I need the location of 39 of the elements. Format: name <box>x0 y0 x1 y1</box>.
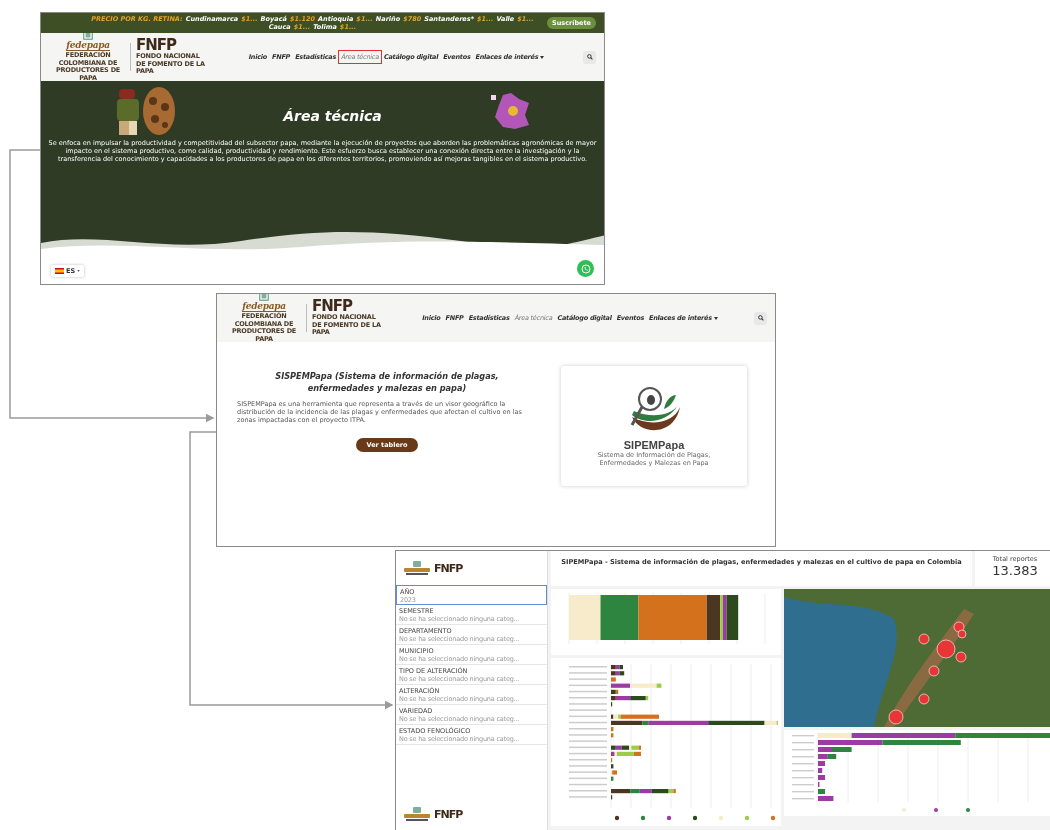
search-button[interactable] <box>583 50 596 64</box>
fedepapa-logo-drawing <box>404 561 430 575</box>
brand-logo-text: FNFP <box>312 299 353 315</box>
brand-logo-text: FNFP <box>136 38 177 54</box>
search-icon <box>757 315 764 321</box>
stacked-bar <box>818 796 834 801</box>
logo-name: SIPEMPapa <box>623 439 685 451</box>
caret-icon <box>713 316 718 320</box>
legend-dot <box>640 815 646 821</box>
legend-dot <box>902 808 906 812</box>
org-logo-text: fedepapa <box>242 301 286 312</box>
stacked-bar <box>818 754 837 759</box>
brand-logo-text: FNFP <box>434 561 463 575</box>
fedepapa-logo-drawing <box>404 807 430 821</box>
search-button[interactable] <box>754 311 767 325</box>
caret-icon <box>540 55 545 59</box>
hero-title: Área técnica <box>283 108 382 124</box>
search-icon <box>586 54 593 60</box>
stacked-bar <box>818 789 825 794</box>
legend-dot <box>666 815 672 821</box>
whatsapp-icon <box>580 263 591 274</box>
total-value: 13.383 <box>992 563 1038 578</box>
org-logo-text: fedepapa <box>66 40 110 51</box>
legend-dot <box>966 808 970 812</box>
spain-flag-icon <box>55 267 64 274</box>
legend-dot <box>770 815 776 821</box>
legend-dot <box>614 815 620 821</box>
legend-dot <box>934 808 938 812</box>
caret-icon <box>77 269 81 272</box>
legend-dot <box>744 815 750 821</box>
stacked-bar <box>818 761 825 766</box>
brand-logo-text: FNFP <box>434 807 463 821</box>
stacked-bar <box>818 747 852 752</box>
section-heading: SISPEMPapa (Sistema de información de plagas, enfermedades y malezas en papa) <box>274 370 500 394</box>
blurred-axis-labels <box>792 735 814 800</box>
legend-dot <box>692 815 698 821</box>
stacked-bar <box>818 768 823 773</box>
legend-dot <box>718 815 724 821</box>
stacked-bar <box>818 775 825 780</box>
